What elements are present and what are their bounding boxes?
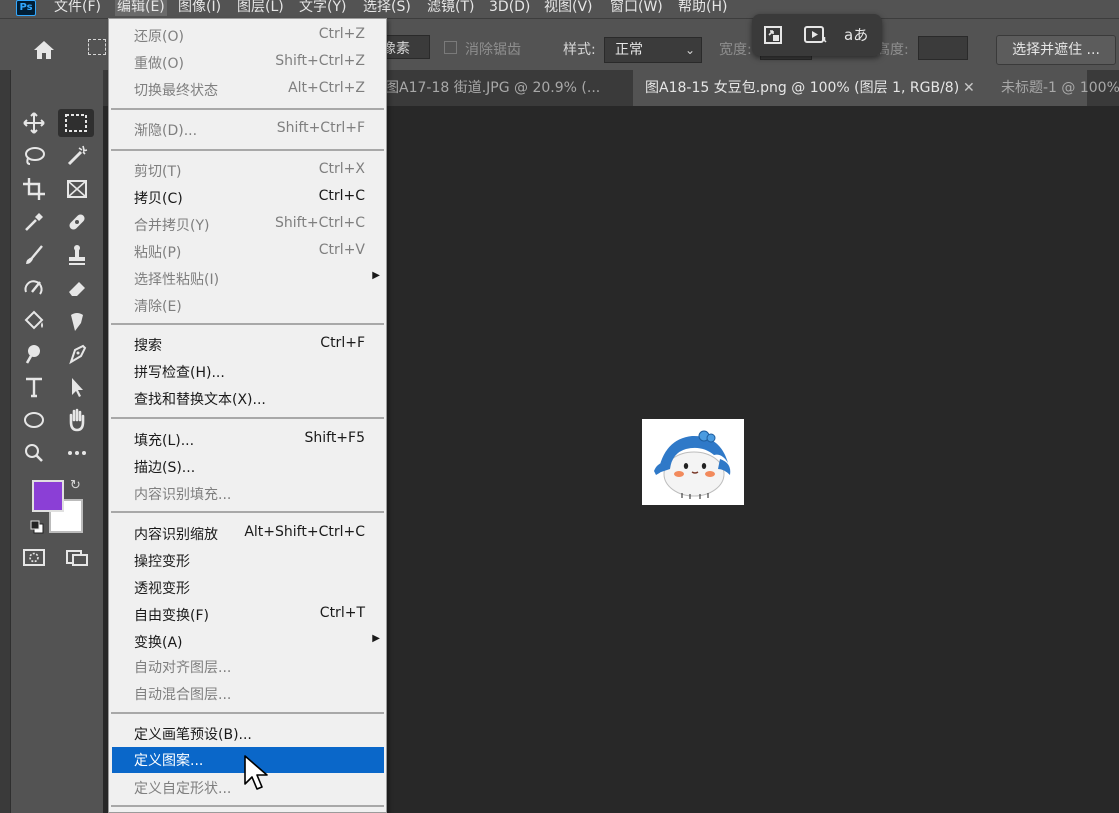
- video-translate-icon[interactable]: [802, 22, 828, 48]
- chevron-down-icon: ⌄: [684, 43, 695, 57]
- style-label: 样式:: [563, 42, 596, 58]
- edit-menu-dropdown: 还原(O) Ctrl+Z 重做(O) Shift+Ctrl+Z 切换最终状态 A…: [108, 18, 387, 813]
- eraser-tool-icon[interactable]: [63, 274, 91, 302]
- menu-item-puppet-warp[interactable]: 操控变形: [109, 548, 386, 574]
- pen-tool-icon[interactable]: [63, 340, 91, 368]
- frame-tool-icon[interactable]: [63, 175, 91, 203]
- menu-item-find-replace[interactable]: 查找和替换文本(X)...: [109, 386, 386, 412]
- submenu-arrow-icon: ▶: [372, 270, 380, 281]
- path-selection-tool-icon[interactable]: [63, 373, 91, 401]
- menu-separator: [111, 108, 384, 110]
- submenu-arrow-icon: ▶: [372, 633, 380, 644]
- menu-item-cut[interactable]: 剪切(T) Ctrl+X: [109, 158, 386, 184]
- home-icon[interactable]: [30, 39, 58, 61]
- translate-icon[interactable]: aあ: [844, 22, 870, 48]
- zoom-tool-icon[interactable]: [20, 439, 48, 467]
- close-icon[interactable]: ✕: [963, 70, 975, 106]
- menu-item-spell-check[interactable]: 拼写检查(H)...: [109, 359, 386, 385]
- menu-filter[interactable]: 滤镜(T): [427, 0, 474, 16]
- move-tool-icon[interactable]: [20, 109, 48, 137]
- menu-separator: [111, 417, 384, 419]
- menu-item-auto-align-layers[interactable]: 自动对齐图层...: [109, 654, 386, 680]
- hand-tool-icon[interactable]: [63, 406, 91, 434]
- menu-image[interactable]: 图像(I): [178, 0, 221, 16]
- clone-stamp-tool-icon[interactable]: [63, 241, 91, 269]
- style-select[interactable]: 正常 ⌄: [604, 37, 702, 63]
- menu-item-toggle-last-state[interactable]: 切换最终状态 Alt+Ctrl+Z: [109, 77, 386, 103]
- tab-label: 未标题-1 @ 100%: [1001, 80, 1119, 96]
- menu-select[interactable]: 选择(S): [363, 0, 411, 16]
- menu-separator: [111, 712, 384, 714]
- paint-bucket-tool-icon[interactable]: [20, 307, 48, 335]
- menu-item-fill[interactable]: 填充(L)... Shift+F5: [109, 427, 386, 453]
- menu-item-content-aware-scale[interactable]: 内容识别缩放 Alt+Shift+Ctrl+C: [109, 521, 386, 547]
- menu-item-paste[interactable]: 粘贴(P) Ctrl+V: [109, 239, 386, 265]
- type-tool-icon[interactable]: [20, 373, 48, 401]
- marquee-preset-icon[interactable]: [88, 39, 106, 55]
- crop-tool-icon[interactable]: [20, 175, 48, 203]
- menu-file[interactable]: 文件(F): [54, 0, 101, 16]
- menu-view[interactable]: 视图(V): [544, 0, 593, 16]
- menu-3d[interactable]: 3D(D): [489, 0, 530, 16]
- menu-separator: [111, 323, 384, 325]
- menu-item-undo[interactable]: 还原(O) Ctrl+Z: [109, 23, 386, 49]
- brush-tool-icon[interactable]: [20, 241, 48, 269]
- menu-item-auto-blend-layers[interactable]: 自动混合图层...: [109, 681, 386, 707]
- swap-colors-icon[interactable]: ↻: [70, 478, 81, 493]
- mouse-pointer-icon: [243, 754, 269, 794]
- style-value: 正常: [615, 42, 643, 58]
- ellipse-tool-icon[interactable]: [20, 406, 48, 434]
- smudge-tool-icon[interactable]: [63, 307, 91, 335]
- menu-type[interactable]: 文字(Y): [299, 0, 346, 16]
- magic-wand-tool-icon[interactable]: [63, 142, 91, 170]
- healing-brush-tool-icon[interactable]: [63, 208, 91, 236]
- history-brush-tool-icon[interactable]: [20, 274, 48, 302]
- menu-item-stroke[interactable]: 描边(S)...: [109, 454, 386, 480]
- translate-popup: aあ: [752, 14, 882, 56]
- menu-item-fade[interactable]: 渐隐(D)... Shift+Ctrl+F: [109, 117, 386, 143]
- menu-item-transform[interactable]: 变换(A) ▶: [109, 629, 386, 655]
- menu-item-paste-special[interactable]: 选择性粘贴(I) ▶: [109, 266, 386, 292]
- menu-item-copy-merged[interactable]: 合并拷贝(Y) Shift+Ctrl+C: [109, 212, 386, 238]
- menu-bar: Ps 文件(F) 编辑(E) 图像(I) 图层(L) 文字(Y) 选择(S) 滤…: [0, 0, 1119, 18]
- default-colors-icon[interactable]: [30, 520, 44, 534]
- more-tools-icon[interactable]: [63, 439, 91, 467]
- menu-item-redo[interactable]: 重做(O) Shift+Ctrl+Z: [109, 50, 386, 76]
- tab-label: 图A17-18 街道.JPG @ 20.9% (...: [385, 80, 601, 96]
- height-input[interactable]: [918, 36, 968, 60]
- antialias-checkbox[interactable]: [444, 41, 457, 54]
- tab-untitled-1[interactable]: 未标题-1 @ 100%: [987, 70, 1119, 106]
- menu-edit[interactable]: 编辑(E): [115, 0, 167, 16]
- width-label: 宽度:: [719, 42, 752, 58]
- screen-mode-icon[interactable]: [63, 544, 91, 572]
- foreground-color-swatch[interactable]: [32, 480, 64, 512]
- menu-item-perspective-warp[interactable]: 透视变形: [109, 575, 386, 601]
- antialias-label: 消除锯齿: [465, 42, 521, 58]
- dodge-tool-icon[interactable]: [20, 340, 48, 368]
- select-and-mask-button[interactable]: 选择并遮住 ...: [996, 35, 1116, 65]
- tab-label: 图A18-15 女豆包.png @ 100% (图层 1, RGB/8): [645, 80, 960, 96]
- menu-layer[interactable]: 图层(L): [237, 0, 284, 16]
- eyedropper-tool-icon[interactable]: [20, 208, 48, 236]
- menu-window[interactable]: 窗口(W): [610, 0, 663, 16]
- menu-item-content-aware-fill[interactable]: 内容识别填充...: [109, 481, 386, 507]
- rect-marquee-tool-icon[interactable]: [58, 109, 94, 137]
- quick-mask-icon[interactable]: [20, 544, 48, 572]
- menu-separator: [111, 511, 384, 513]
- menu-help[interactable]: 帮助(H): [678, 0, 727, 16]
- menu-separator: [111, 149, 384, 151]
- photoshop-logo-icon: Ps: [16, 0, 36, 16]
- menu-item-search[interactable]: 搜索 Ctrl+F: [109, 332, 386, 358]
- menu-item-clear[interactable]: 清除(E): [109, 293, 386, 319]
- screenshot-icon[interactable]: [760, 22, 786, 48]
- menu-item-copy[interactable]: 拷贝(C) Ctrl+C: [109, 185, 386, 211]
- document-image[interactable]: [642, 419, 744, 505]
- menu-item-free-transform[interactable]: 自由变换(F) Ctrl+T: [109, 602, 386, 628]
- lasso-tool-icon[interactable]: [20, 142, 48, 170]
- menu-separator: [111, 805, 384, 807]
- menu-item-define-brush-preset[interactable]: 定义画笔预设(B)...: [109, 721, 386, 747]
- cartoon-character-image: [654, 430, 731, 499]
